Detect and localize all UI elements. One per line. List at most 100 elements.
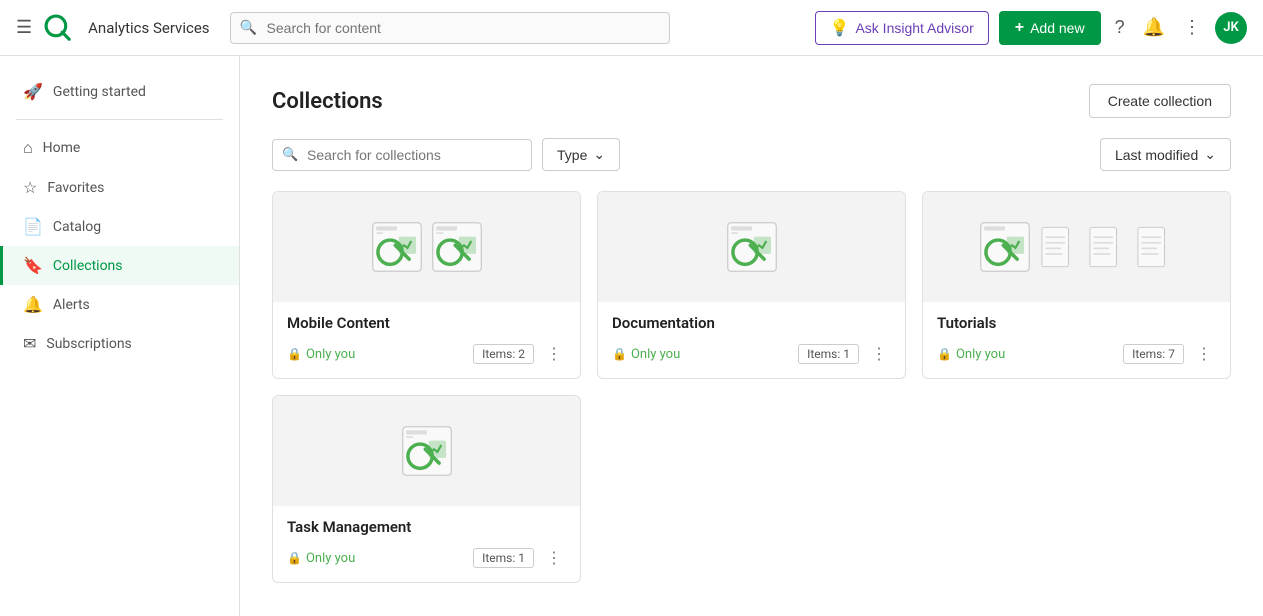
star-icon: ☆	[23, 178, 37, 197]
card-more-button[interactable]: ⋮	[542, 342, 566, 366]
help-button[interactable]: ?	[1111, 13, 1129, 42]
sidebar-item-label: Subscriptions	[46, 336, 131, 352]
privacy-label: Only you	[306, 347, 355, 362]
card-footer: 🔒 Only you Items: 1 ⋮	[612, 342, 891, 366]
collection-card-task-management[interactable]: Task Management 🔒 Only you Items: 1 ⋮	[272, 395, 581, 583]
card-body: Task Management 🔒 Only you Items: 1 ⋮	[273, 506, 580, 582]
main-content: Collections Create collection 🔍 Type ⌄ L…	[240, 56, 1263, 616]
collections-search[interactable]: 🔍	[272, 139, 532, 171]
sidebar-item-catalog[interactable]: 📄 Catalog	[0, 207, 239, 246]
card-right: Items: 1 ⋮	[473, 546, 566, 570]
sidebar-item-collections[interactable]: 🔖 Collections	[0, 246, 239, 285]
collections-grid: Mobile Content 🔒 Only you Items: 2 ⋮	[272, 191, 1231, 583]
card-title: Mobile Content	[287, 314, 566, 332]
card-body: Mobile Content 🔒 Only you Items: 2 ⋮	[273, 302, 580, 378]
card-privacy: 🔒 Only you	[287, 551, 355, 566]
avatar[interactable]: JK	[1215, 12, 1247, 44]
plus-icon: +	[1015, 19, 1024, 37]
card-preview	[273, 192, 580, 302]
lock-icon: 🔒	[612, 347, 627, 361]
card-preview	[923, 192, 1230, 302]
card-more-button[interactable]: ⋮	[867, 342, 891, 366]
lock-icon: 🔒	[287, 551, 302, 565]
chevron-down-icon: ⌄	[1204, 146, 1216, 163]
alert-icon: 🔔	[23, 295, 43, 314]
bookmark-icon: 🔖	[23, 256, 43, 275]
filters-left: 🔍 Type ⌄	[272, 138, 620, 171]
home-icon: ⌂	[23, 138, 33, 158]
last-modified-label: Last modified	[1115, 147, 1198, 163]
qlik-logo[interactable]	[44, 14, 72, 42]
card-privacy: 🔒 Only you	[612, 347, 680, 362]
sidebar-item-favorites[interactable]: ☆ Favorites	[0, 168, 239, 207]
card-title: Documentation	[612, 314, 891, 332]
doc-preview-icon-3	[1133, 226, 1175, 268]
chevron-down-icon: ⌄	[593, 146, 605, 163]
sidebar-divider	[16, 119, 223, 120]
card-footer: 🔒 Only you Items: 7 ⋮	[937, 342, 1216, 366]
sidebar-item-subscriptions[interactable]: ✉ Subscriptions	[0, 324, 239, 363]
sidebar-item-label: Catalog	[53, 219, 101, 235]
card-more-button[interactable]: ⋮	[542, 546, 566, 570]
card-right: Items: 2 ⋮	[473, 342, 566, 366]
insight-advisor-button[interactable]: 💡 Ask Insight Advisor	[815, 11, 989, 45]
create-collection-button[interactable]: Create collection	[1089, 84, 1231, 118]
lock-icon: 🔒	[937, 347, 952, 361]
app-name: Analytics Services	[88, 19, 209, 37]
mail-icon: ✉	[23, 334, 36, 353]
type-filter-button[interactable]: Type ⌄	[542, 138, 620, 171]
doc-preview-icon-2	[1085, 226, 1127, 268]
notifications-button[interactable]: 🔔	[1139, 13, 1169, 42]
app-preview-icon-2	[431, 221, 483, 273]
items-badge: Items: 1	[473, 548, 534, 568]
add-new-button[interactable]: + Add new	[999, 11, 1101, 45]
card-privacy: 🔒 Only you	[937, 347, 1005, 362]
global-search[interactable]: 🔍	[230, 12, 670, 44]
app-preview-icon-1	[371, 221, 423, 273]
items-badge: Items: 2	[473, 344, 534, 364]
app-preview-icon	[726, 221, 778, 273]
sidebar: 🚀 Getting started ⌂ Home ☆ Favorites 📄 C…	[0, 56, 240, 616]
last-modified-button[interactable]: Last modified ⌄	[1100, 138, 1231, 171]
items-badge: Items: 1	[798, 344, 859, 364]
apps-grid-button[interactable]: ⋮	[1179, 13, 1205, 42]
card-preview	[273, 396, 580, 506]
page-header: Collections Create collection	[272, 84, 1231, 118]
card-footer: 🔒 Only you Items: 1 ⋮	[287, 546, 566, 570]
card-title: Task Management	[287, 518, 566, 536]
rocket-icon: 🚀	[23, 82, 43, 101]
collection-card-tutorials[interactable]: Tutorials 🔒 Only you Items: 7 ⋮	[922, 191, 1231, 379]
card-title: Tutorials	[937, 314, 1216, 332]
menu-icon[interactable]: ☰	[16, 17, 32, 38]
card-footer: 🔒 Only you Items: 2 ⋮	[287, 342, 566, 366]
privacy-label: Only you	[956, 347, 1005, 362]
global-search-input[interactable]	[230, 12, 670, 44]
collection-card-mobile-content[interactable]: Mobile Content 🔒 Only you Items: 2 ⋮	[272, 191, 581, 379]
card-body: Tutorials 🔒 Only you Items: 7 ⋮	[923, 302, 1230, 378]
sidebar-item-getting-started[interactable]: 🚀 Getting started	[0, 72, 239, 111]
card-preview	[598, 192, 905, 302]
card-more-button[interactable]: ⋮	[1192, 342, 1216, 366]
collection-card-documentation[interactable]: Documentation 🔒 Only you Items: 1 ⋮	[597, 191, 906, 379]
topnav: ☰ Analytics Services 🔍 💡 Ask Insight Adv…	[0, 0, 1263, 56]
type-label: Type	[557, 147, 587, 163]
app-preview-icon	[979, 221, 1031, 273]
sidebar-item-label: Getting started	[53, 84, 146, 100]
filters-row: 🔍 Type ⌄ Last modified ⌄	[272, 138, 1231, 171]
page-title: Collections	[272, 89, 383, 114]
collections-search-input[interactable]	[272, 139, 532, 171]
sidebar-item-label: Alerts	[53, 297, 90, 313]
privacy-label: Only you	[306, 551, 355, 566]
lock-icon: 🔒	[287, 347, 302, 361]
sidebar-item-label: Home	[43, 140, 81, 156]
search-icon: 🔍	[240, 20, 257, 36]
layout: 🚀 Getting started ⌂ Home ☆ Favorites 📄 C…	[0, 56, 1263, 616]
sidebar-item-label: Collections	[53, 258, 123, 274]
doc-preview-icon-1	[1037, 226, 1079, 268]
search-icon: 🔍	[282, 147, 298, 162]
card-right: Items: 7 ⋮	[1123, 342, 1216, 366]
sidebar-item-label: Favorites	[47, 180, 104, 196]
sidebar-item-alerts[interactable]: 🔔 Alerts	[0, 285, 239, 324]
sidebar-item-home[interactable]: ⌂ Home	[0, 128, 239, 168]
app-preview-icon	[401, 425, 453, 477]
